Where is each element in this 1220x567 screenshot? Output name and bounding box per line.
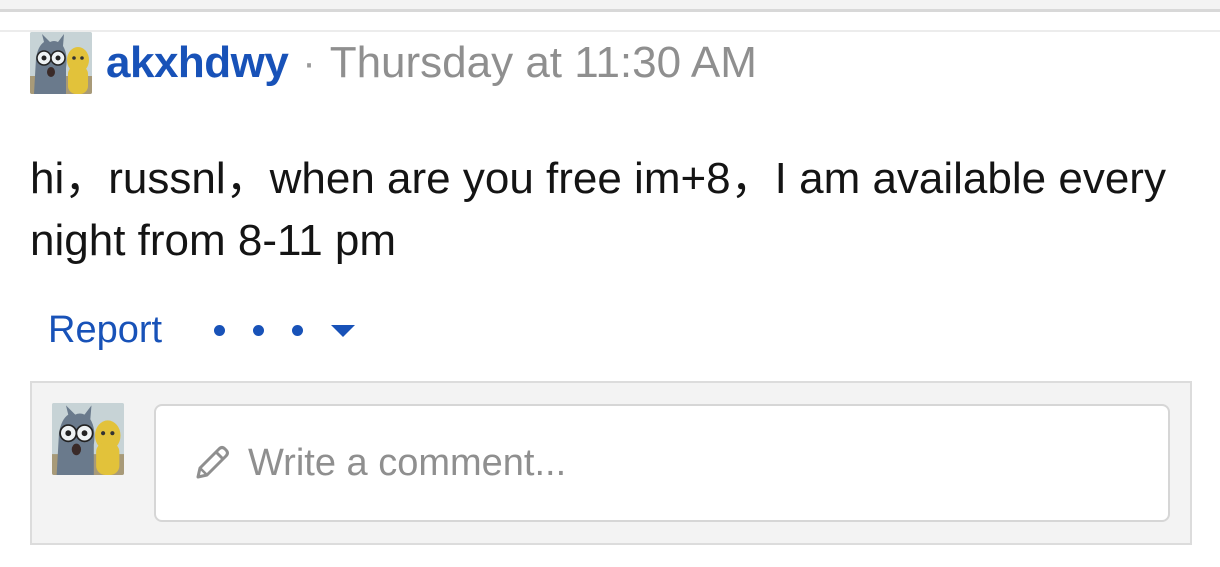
author-avatar[interactable] [30,32,92,94]
top-strip [0,0,1220,9]
caret-down-icon [331,325,356,337]
author-username-link[interactable]: akxhdwy [106,38,289,88]
post-timestamp[interactable]: Thursday at 11:30 AM [330,38,757,88]
report-link[interactable]: Report [48,309,162,352]
dot-icon [214,324,226,336]
dot-icon [292,324,304,336]
post-actions: Report [48,302,356,358]
comment-placeholder: Write a comment... [248,441,567,484]
current-user-avatar [52,403,124,475]
comment-input[interactable]: Write a comment... [154,404,1170,522]
dot-icon [253,324,265,336]
post-message: hi，russnl，when are you free im+8，I am av… [30,154,1166,265]
more-options-button[interactable] [214,310,356,350]
post-header: akxhdwy · Thursday at 11:30 AM [30,32,757,94]
avatar-image-icon [30,32,92,94]
pencil-icon [196,446,229,479]
header-separator: · [302,40,316,85]
comment-composer: Write a comment... [30,381,1192,545]
avatar-image-icon [52,403,124,475]
divider [0,9,1220,12]
